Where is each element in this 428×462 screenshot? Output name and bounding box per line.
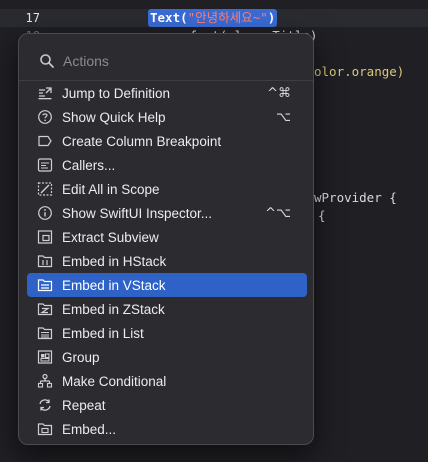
code-fragment: olor.orange) — [314, 64, 405, 79]
conditional-icon — [37, 373, 53, 388]
menu-item-label: Embed in List — [62, 325, 144, 341]
edit-scope-icon — [37, 182, 53, 196]
breakpoint-icon — [38, 135, 52, 147]
menu-item-label: Group — [62, 349, 100, 365]
extract-subview-icon — [37, 230, 53, 244]
menu-item-repeat[interactable]: Repeat — [27, 393, 307, 417]
list-icon — [37, 327, 53, 340]
line-number: 17 — [25, 11, 40, 25]
menu-item-label: Show Quick Help — [62, 109, 166, 125]
keyboard-shortcut: ^⌘ — [267, 85, 291, 101]
menu-item-embed-in-list[interactable]: Embed in List — [27, 321, 307, 345]
search-placeholder: Actions — [63, 53, 109, 69]
info-circle-icon — [38, 206, 52, 220]
menu-item-label: Embed in HStack — [62, 253, 167, 269]
actions-popup-menu: Actions Jump to Definition ^⌘ Show Quick… — [18, 33, 314, 445]
menu-item-embed-in-zstack[interactable]: Embed in ZStack — [27, 297, 307, 321]
menu-item-label: Extract Subview — [62, 229, 159, 245]
keyboard-shortcut: ^⌥ — [265, 205, 291, 221]
token-string: "안녕하세요~" — [187, 10, 268, 25]
repeat-icon — [39, 399, 51, 411]
actions-search-field[interactable]: Actions — [29, 50, 299, 72]
group-icon — [37, 350, 53, 364]
menu-item-label: Callers... — [62, 157, 116, 173]
menu-item-jump-to-definition[interactable]: Jump to Definition ^⌘ — [27, 81, 307, 105]
menu-item-make-conditional[interactable]: Make Conditional — [27, 369, 307, 393]
menu-item-label: Create Column Breakpoint — [62, 133, 222, 149]
code-fragment: wProvider { — [314, 190, 397, 205]
menu-item-show-quick-help[interactable]: Show Quick Help ⌥ — [27, 105, 307, 129]
menu-item-create-column-breakpoint[interactable]: Create Column Breakpoint — [27, 129, 307, 153]
callers-icon — [37, 158, 53, 172]
menu-item-label: Repeat — [62, 397, 106, 413]
menu-item-extract-subview[interactable]: Extract Subview — [27, 225, 307, 249]
search-icon — [40, 54, 54, 68]
menu-item-embed-in-vstack[interactable]: Embed in VStack — [27, 273, 307, 297]
vstack-icon — [37, 279, 53, 292]
keyboard-shortcut: ⌥ — [276, 109, 291, 125]
menu-item-callers[interactable]: Callers... — [27, 153, 307, 177]
menu-item-embed[interactable]: Embed... — [27, 417, 307, 441]
menu-item-edit-all-in-scope[interactable]: Edit All in Scope — [27, 177, 307, 201]
token-text: Text( — [150, 10, 188, 25]
menu-item-label: Embed... — [62, 421, 117, 437]
code-fragment: { — [318, 208, 326, 223]
selected-code-token[interactable]: Text("안녕하세요~") — [148, 9, 278, 27]
menu-item-label: Edit All in Scope — [62, 181, 160, 197]
jump-definition-icon — [38, 87, 52, 100]
hstack-icon — [37, 255, 53, 268]
menu-item-label: Embed in ZStack — [62, 301, 165, 317]
menu-item-show-swiftui-inspector[interactable]: Show SwiftUI Inspector... ^⌥ — [27, 201, 307, 225]
embed-icon — [37, 423, 53, 436]
token-paren: ) — [267, 10, 276, 25]
menu-item-label: Make Conditional — [62, 373, 167, 389]
menu-item-group[interactable]: Group — [27, 345, 307, 369]
zstack-icon — [37, 303, 53, 316]
question-circle-icon — [38, 110, 52, 124]
menu-items: Jump to Definition ^⌘ Show Quick Help ⌥ … — [27, 81, 307, 441]
menu-item-embed-in-hstack[interactable]: Embed in HStack — [27, 249, 307, 273]
menu-item-label: Embed in VStack — [62, 277, 166, 293]
